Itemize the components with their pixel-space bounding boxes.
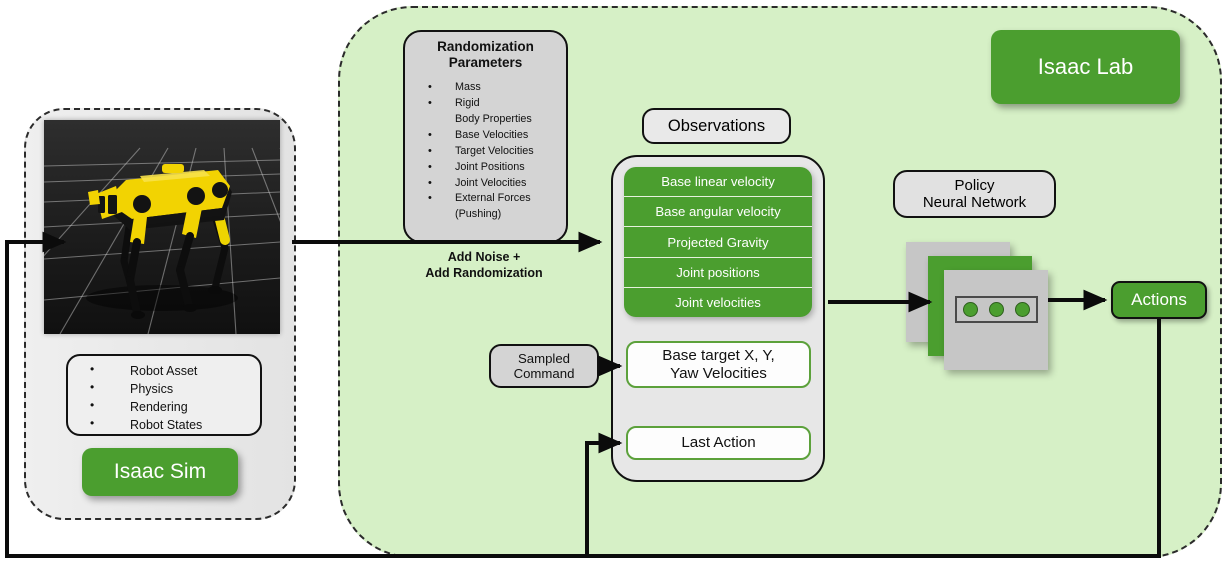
add-noise-connector-label: Add Noise + Add Randomization [388,249,580,281]
list-item: Rendering [68,397,260,416]
policy-label-line1: Policy [954,176,995,194]
observation-row: Base linear velocity [624,167,812,198]
robot-render-image [44,120,280,334]
list-item: Robot States [68,415,260,434]
list-item: Body Properties [455,113,532,126]
neuron-icon [962,302,978,317]
neuron-icon [1015,302,1031,317]
randomization-title: Randomization Parameters [411,39,560,71]
sampled-command-line1: Sampled [517,350,571,366]
base-target-line2: Yaw Velocities [670,364,767,382]
randomization-title-line1: Randomization [437,39,534,54]
sim-feature-items: Robot Asset Physics Rendering Robot Stat… [68,361,260,435]
sampled-command-box: Sampled Command [489,344,599,388]
base-target-velocities-box: Base target X, Y, Yaw Velocities [626,341,811,388]
list-item: External Forces [411,190,560,207]
randomization-parameters-box: Randomization Parameters Mass Rigid Body… [403,30,568,243]
last-action-box: Last Action [626,426,811,460]
base-target-line1: Base target X, Y, [662,347,775,365]
list-item: Target Velocities [411,143,560,160]
isaac-sim-feature-list: Robot Asset Physics Rendering Robot Stat… [66,354,262,436]
noise-label-line2: Add Randomization [425,266,543,280]
actions-badge: Actions [1111,281,1207,319]
diagram-canvas: Robot Asset Physics Rendering Robot Stat… [0,0,1231,564]
list-item: (Pushing) [455,208,502,221]
neuron-icon [988,302,1004,317]
isaac-sim-badge: Isaac Sim [82,448,238,496]
neural-network-neuron-strip [955,296,1038,323]
observation-row: Base angular velocity [624,197,812,228]
observation-row: Projected Gravity [624,227,812,258]
noise-label-line1: Add Noise + [447,250,521,264]
list-item: Mass [411,79,560,96]
sampled-command-line2: Command [513,366,575,381]
robot-simulation-viewport [44,120,280,334]
observation-row: Joint positions [624,258,812,288]
list-item: Robot Asset [68,361,260,380]
list-item: Joint Positions [411,159,560,176]
list-item: Physics [68,379,260,398]
observations-label: Observations [642,108,791,144]
randomization-items: Mass Rigid Body Properties Base Velociti… [411,79,560,223]
list-item: Rigid [411,95,560,112]
observation-row: Joint velocities [675,294,761,310]
isaac-lab-badge: Isaac Lab [991,30,1180,104]
randomization-title-line2: Parameters [448,55,523,71]
policy-label-line2: Neural Network [922,194,1027,211]
list-item: Joint Velocities [411,175,560,192]
list-item: Base Velocities [411,127,560,144]
policy-neural-network-label: Policy Neural Network [893,170,1056,218]
observation-terms-stack: Base linear velocity Base angular veloci… [624,167,812,317]
